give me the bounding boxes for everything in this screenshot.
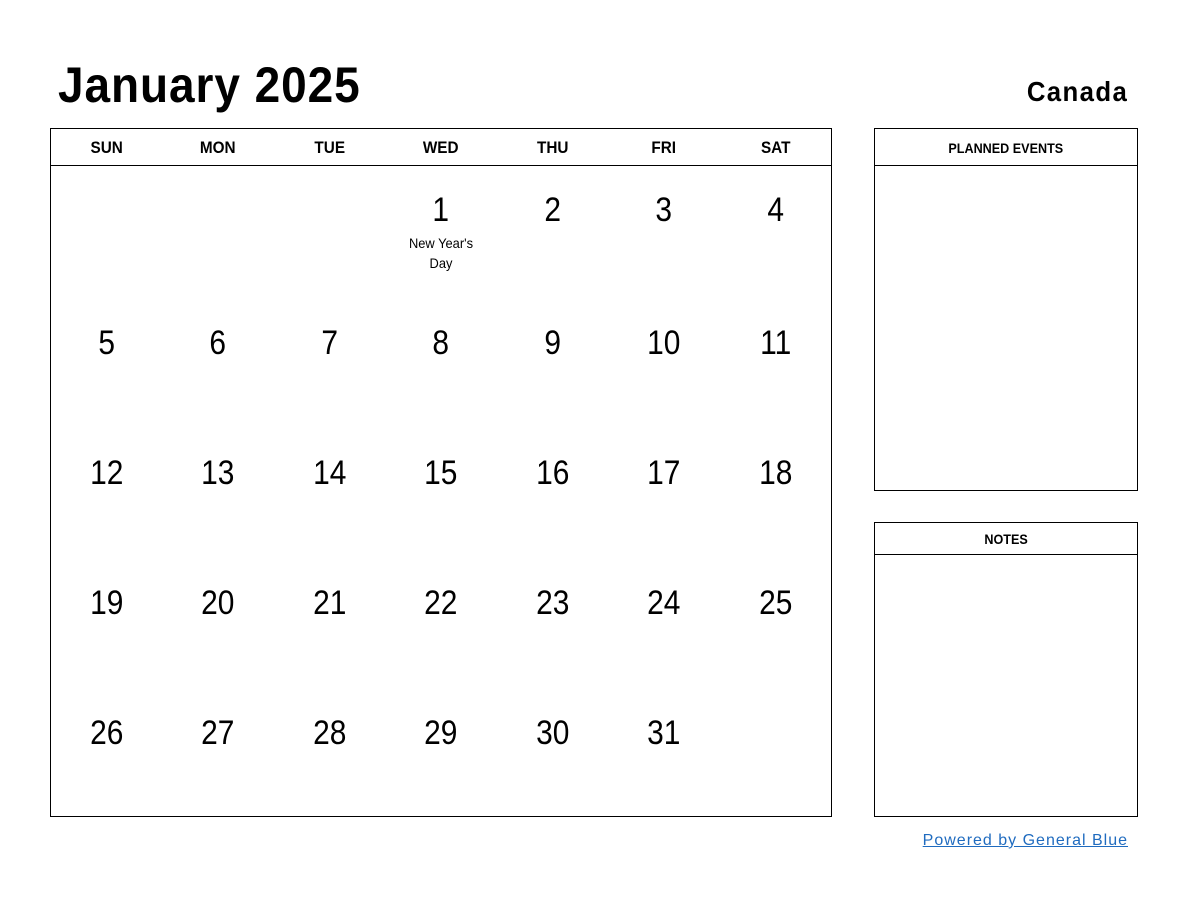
- day-number: 18: [758, 454, 792, 492]
- weekday-fri: FRI: [651, 138, 677, 157]
- day-number: 11: [759, 324, 791, 362]
- weekday-wed: WED: [423, 138, 459, 157]
- day-number: 24: [647, 584, 681, 622]
- planned-events-title: PLANNED EVENTS: [948, 140, 1064, 156]
- day-cell: 14: [274, 429, 385, 559]
- day-cell: 10: [608, 299, 719, 429]
- day-number: 3: [655, 191, 673, 229]
- day-cell: 23: [497, 559, 608, 689]
- day-cell: 19: [51, 559, 162, 689]
- day-cell: 20: [162, 559, 273, 689]
- day-number: 13: [201, 454, 235, 492]
- weekday-mon: MON: [200, 138, 236, 157]
- day-cell: 4: [720, 166, 831, 299]
- day-number: 20: [201, 584, 235, 622]
- day-number: 15: [424, 454, 458, 492]
- day-number: 17: [647, 454, 681, 492]
- empty-cell: [720, 689, 831, 816]
- day-cell: 26: [51, 689, 162, 816]
- day-number: 26: [90, 714, 124, 752]
- day-number: 22: [424, 584, 458, 622]
- day-cell: 31: [608, 689, 719, 816]
- day-cell: 17: [608, 429, 719, 559]
- day-number: 6: [209, 324, 227, 362]
- day-number: 2: [544, 191, 561, 229]
- day-number: 12: [90, 454, 124, 492]
- day-cell: 2: [497, 166, 608, 299]
- day-cell: 3: [608, 166, 719, 299]
- day-cell: 30: [497, 689, 608, 816]
- day-number: 16: [535, 454, 570, 492]
- day-number: 23: [535, 584, 570, 622]
- day-cell: 25: [720, 559, 831, 689]
- day-number: 25: [758, 584, 792, 622]
- holiday-label: New Year's Day: [408, 235, 473, 271]
- day-number: 31: [647, 714, 681, 752]
- notes-panel: NOTES: [874, 522, 1138, 817]
- day-number: 1: [432, 191, 450, 229]
- day-cell: 27: [162, 689, 273, 816]
- day-number: 5: [98, 324, 116, 362]
- weekday-sat: SAT: [760, 138, 791, 157]
- day-cell: 21: [274, 559, 385, 689]
- country-label: Canada: [1026, 76, 1128, 107]
- day-cell: 8: [385, 299, 496, 429]
- day-number: 19: [90, 584, 124, 622]
- planned-events-panel: PLANNED EVENTS: [874, 128, 1138, 491]
- day-cell: 11: [720, 299, 831, 429]
- day-number: 7: [321, 324, 338, 362]
- day-number: 27: [201, 714, 235, 752]
- empty-cell: [274, 166, 385, 299]
- weekday-header: SUN MON TUE WED THU FRI SAT: [51, 129, 831, 166]
- day-number: 10: [647, 324, 681, 362]
- day-number: 28: [312, 714, 347, 752]
- powered-by-link[interactable]: Powered by General Blue: [923, 832, 1128, 850]
- day-number: 21: [312, 584, 347, 622]
- day-cell: 1 New Year's Day: [385, 166, 496, 299]
- day-cell: 16: [497, 429, 608, 559]
- day-cell: 13: [162, 429, 273, 559]
- day-cell: 29: [385, 689, 496, 816]
- weekday-thu: THU: [536, 138, 569, 157]
- day-number: 30: [535, 714, 570, 752]
- day-number: 4: [766, 191, 784, 229]
- day-cell: 15: [385, 429, 496, 559]
- day-cell: 7: [274, 299, 385, 429]
- day-cell: 24: [608, 559, 719, 689]
- weekday-tue: TUE: [314, 138, 345, 157]
- weekday-sun: SUN: [90, 138, 123, 157]
- notes-title: NOTES: [984, 531, 1028, 547]
- empty-cell: [162, 166, 273, 299]
- day-number: 9: [544, 324, 561, 362]
- empty-cell: [51, 166, 162, 299]
- day-cell: 18: [720, 429, 831, 559]
- day-cell: 5: [51, 299, 162, 429]
- day-number: 14: [312, 454, 347, 492]
- day-cell: 9: [497, 299, 608, 429]
- calendar-body: 1 New Year's Day 2 3 4 5 6 7 8 9 10 11 12 13 14 15 16 17 1…: [51, 166, 831, 816]
- day-number: 8: [432, 324, 450, 362]
- day-cell: 6: [162, 299, 273, 429]
- calendar-grid: SUN MON TUE WED THU FRI SAT 1 New Year's Day 2 3 4…: [50, 128, 832, 817]
- day-cell: 12: [51, 429, 162, 559]
- day-cell: 28: [274, 689, 385, 816]
- day-cell: 22: [385, 559, 496, 689]
- day-number: 29: [424, 714, 458, 752]
- page-title: January 2025: [58, 57, 361, 113]
